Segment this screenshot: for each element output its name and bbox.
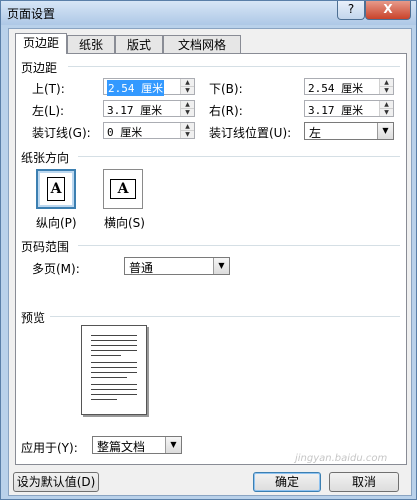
cancel-button[interactable]: 取消 bbox=[329, 472, 399, 492]
spinner-arrows[interactable]: ▲ ▼ bbox=[379, 79, 393, 94]
preview-text-line bbox=[91, 345, 137, 346]
preview-text-line bbox=[91, 335, 137, 336]
landscape-option[interactable]: A bbox=[103, 169, 143, 209]
right-margin-label: 右(R): bbox=[209, 104, 243, 118]
portrait-page-icon: A bbox=[47, 177, 65, 201]
landscape-label[interactable]: 横向(S) bbox=[104, 214, 145, 231]
preview-text-line bbox=[91, 384, 137, 385]
section-divider bbox=[78, 156, 400, 157]
preview-text-line bbox=[91, 394, 137, 395]
window-title: 页面设置 bbox=[7, 7, 56, 21]
dialog-body: 页边距 纸张 版式 文档网格 页边距 上(T): 2.54 厘米 ▲ ▼ 下(B)… bbox=[8, 28, 412, 496]
tab-panel-margins: 页边距 上(T): 2.54 厘米 ▲ ▼ 下(B): 2.54 厘米 ▲ ▼ 左(… bbox=[15, 53, 407, 465]
preview-text-line bbox=[91, 350, 137, 351]
section-divider bbox=[78, 245, 400, 246]
preview-text-line bbox=[91, 355, 121, 356]
section-divider bbox=[68, 66, 400, 67]
right-margin-value[interactable]: 3.17 厘米 bbox=[308, 102, 363, 118]
spin-down-icon[interactable]: ▼ bbox=[380, 87, 393, 94]
multiple-pages-select[interactable]: 普通 ▼ bbox=[124, 257, 230, 275]
dropdown-arrow-icon[interactable]: ▼ bbox=[377, 123, 393, 139]
spin-down-icon[interactable]: ▼ bbox=[181, 87, 194, 94]
left-margin-value[interactable]: 3.17 厘米 bbox=[107, 102, 162, 118]
close-button[interactable]: X bbox=[365, 1, 411, 20]
set-as-default-button[interactable]: 设为默认值(D) bbox=[13, 472, 99, 492]
spin-up-icon[interactable]: ▲ bbox=[181, 79, 194, 87]
top-margin-value[interactable]: 2.54 厘米 bbox=[107, 80, 165, 96]
spin-down-icon[interactable]: ▼ bbox=[181, 131, 194, 138]
orientation-section-label: 纸张方向 bbox=[21, 151, 70, 165]
gutter-position-select[interactable]: 左 ▼ bbox=[304, 122, 394, 140]
tab-paper[interactable]: 纸张 bbox=[67, 35, 115, 53]
gutter-position-value: 左 bbox=[309, 126, 322, 140]
spin-down-icon[interactable]: ▼ bbox=[380, 109, 393, 116]
watermark-text: jingyan.baidu.com bbox=[295, 453, 388, 464]
gutter-value[interactable]: 0 厘米 bbox=[107, 124, 142, 140]
spin-down-icon[interactable]: ▼ bbox=[181, 109, 194, 116]
preview-text-line bbox=[91, 399, 117, 400]
spinner-arrows[interactable]: ▲ ▼ bbox=[180, 79, 194, 94]
gutter-position-label: 装订线位置(U): bbox=[209, 126, 292, 140]
help-button[interactable]: ? bbox=[337, 1, 365, 20]
preview-text-line bbox=[91, 372, 137, 373]
title-bar[interactable]: 页面设置 ? X bbox=[1, 1, 416, 25]
landscape-page-icon: A bbox=[110, 179, 136, 199]
pages-section-label: 页码范围 bbox=[21, 240, 70, 254]
page-setup-dialog: 页面设置 ? X 页边距 纸张 版式 文档网格 页边距 上(T): 2.54 厘… bbox=[0, 0, 417, 500]
top-margin-label: 上(T): bbox=[32, 82, 65, 96]
multiple-pages-label: 多页(M): bbox=[32, 262, 80, 276]
portrait-label[interactable]: 纵向(P) bbox=[36, 214, 77, 231]
portrait-option[interactable]: A bbox=[36, 169, 76, 209]
right-margin-spinner[interactable]: 3.17 厘米 ▲ ▼ bbox=[304, 100, 394, 117]
apply-to-label: 应用于(Y): bbox=[21, 441, 78, 455]
dropdown-arrow-icon[interactable]: ▼ bbox=[213, 258, 229, 274]
bottom-margin-label: 下(B): bbox=[209, 82, 243, 96]
preview-text-line bbox=[91, 367, 137, 368]
bottom-margin-value[interactable]: 2.54 厘米 bbox=[308, 80, 363, 96]
gutter-spinner[interactable]: 0 厘米 ▲ ▼ bbox=[103, 122, 195, 139]
left-margin-spinner[interactable]: 3.17 厘米 ▲ ▼ bbox=[103, 100, 195, 117]
preview-text-line bbox=[91, 340, 137, 341]
gutter-label: 装订线(G): bbox=[32, 126, 91, 140]
preview-text-line bbox=[91, 362, 137, 363]
spin-up-icon[interactable]: ▲ bbox=[181, 123, 194, 131]
tab-document-grid[interactable]: 文档网格 bbox=[163, 35, 241, 53]
margins-section-label: 页边距 bbox=[21, 61, 58, 75]
preview-page bbox=[81, 325, 147, 415]
left-margin-label: 左(L): bbox=[32, 104, 65, 118]
preview-text-line bbox=[91, 389, 137, 390]
top-margin-spinner[interactable]: 2.54 厘米 ▲ ▼ bbox=[103, 78, 195, 96]
bottom-margin-spinner[interactable]: 2.54 厘米 ▲ ▼ bbox=[304, 78, 394, 95]
preview-section-label: 预览 bbox=[21, 311, 46, 325]
tab-margins[interactable]: 页边距 bbox=[15, 33, 67, 54]
spinner-arrows[interactable]: ▲ ▼ bbox=[180, 123, 194, 138]
tab-layout[interactable]: 版式 bbox=[115, 35, 163, 53]
spinner-arrows[interactable]: ▲ ▼ bbox=[379, 101, 393, 116]
spin-up-icon[interactable]: ▲ bbox=[380, 79, 393, 87]
preview-text-line bbox=[91, 377, 127, 378]
dropdown-arrow-icon[interactable]: ▼ bbox=[165, 437, 181, 453]
ok-button[interactable]: 确定 bbox=[253, 472, 321, 492]
apply-to-select[interactable]: 整篇文档 ▼ bbox=[92, 436, 182, 454]
section-divider bbox=[50, 316, 400, 317]
spinner-arrows[interactable]: ▲ ▼ bbox=[180, 101, 194, 116]
spin-up-icon[interactable]: ▲ bbox=[380, 101, 393, 109]
multiple-pages-value: 普通 bbox=[129, 261, 154, 275]
spin-up-icon[interactable]: ▲ bbox=[181, 101, 194, 109]
apply-to-value: 整篇文档 bbox=[97, 440, 146, 454]
